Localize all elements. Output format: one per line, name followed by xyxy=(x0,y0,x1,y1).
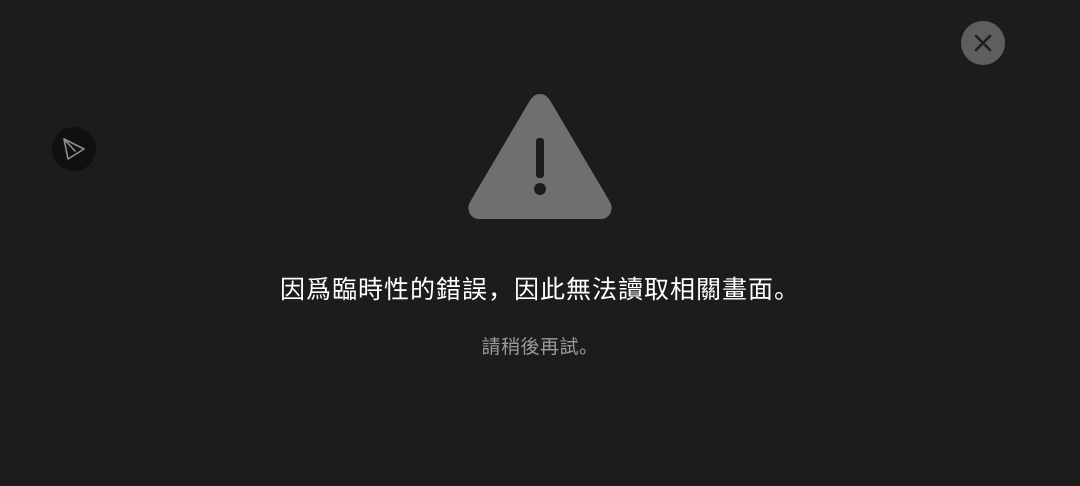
send-icon xyxy=(63,138,85,160)
warning-icon xyxy=(468,94,612,219)
retry-hint: 請稍後再試。 xyxy=(481,336,599,358)
close-button[interactable] xyxy=(961,21,1005,65)
error-message: 因爲臨時性的錯誤，因此無法讀取相關畫面。 xyxy=(279,275,800,304)
close-icon xyxy=(974,34,992,52)
share-button[interactable] xyxy=(52,127,96,171)
error-screen: 因爲臨時性的錯誤，因此無法讀取相關畫面。 請稍後再試。 xyxy=(0,0,1080,486)
